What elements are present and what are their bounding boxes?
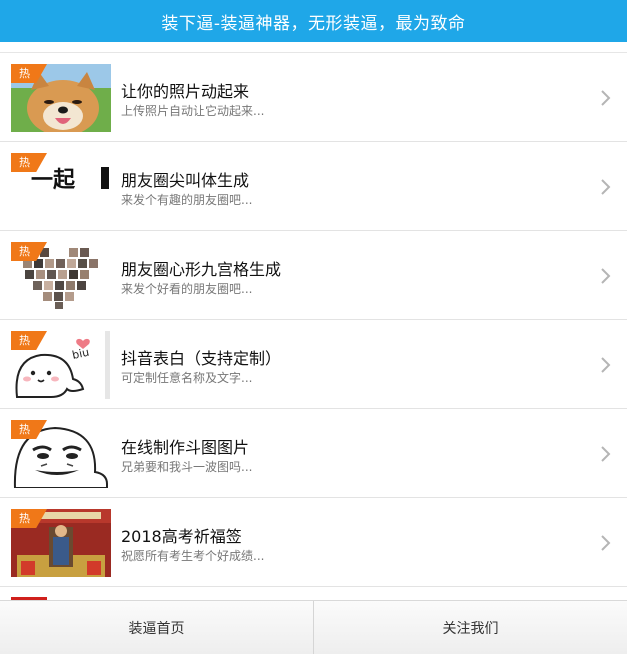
follow-us-tab-button[interactable]: 关注我们 [313,601,627,654]
list-item-partial [0,587,627,600]
item-title: 抖音表白（支持定制） [121,349,282,368]
item-description: 可定制任意名称及文字... [121,371,253,385]
list-item[interactable]: 热 2018高考祈福签 祝愿所有考生考个好成绩... [0,498,627,587]
chevron-right-icon [601,357,611,373]
header-bar: 装下逼-装逼神器，无形装逼，最为致命 [0,0,627,42]
list-item[interactable]: 热 让你的照片动起来 上传照片自动让它动起来... [0,53,627,142]
list-item[interactable]: 热 在线制作斗图图片 兄弟要和我斗一波图吗... [0,409,627,498]
app-page: 装下逼-装逼神器，无形装逼，最为致命 热 让你的照片动起来 上传照片自动让它动起… [0,0,627,654]
home-tab-label: 装逼首页 [128,620,185,637]
list-item[interactable]: 热 朋友圈心形九宫格生成 来发个好看的朋友圈吧... [0,231,627,320]
list-item[interactable]: 一起 热 朋友圈尖叫体生成 来发个有趣的朋友圈吧... [0,142,627,231]
item-title: 在线制作斗图图片 [121,438,250,457]
home-tab-button[interactable]: 装逼首页 [0,601,313,654]
feature-list: 热 让你的照片动起来 上传照片自动让它动起来... 一起 热 朋友圈尖叫体生成 … [0,52,627,587]
item-description: 上传照片自动让它动起来... [121,104,265,118]
chevron-right-icon [601,535,611,551]
item-title: 让你的照片动起来 [121,82,250,101]
chevron-right-icon [601,268,611,284]
item-description: 来发个好看的朋友圈吧... [121,282,253,296]
thumbnail-text: 一起 [31,168,76,193]
item-title: 朋友圈尖叫体生成 [121,171,250,190]
item-title: 2018高考祈福签 [121,527,242,546]
follow-us-tab-label: 关注我们 [442,620,499,637]
chevron-right-icon [601,90,611,106]
item-description: 祝愿所有考生考个好成绩... [121,549,265,563]
item-description: 兄弟要和我斗一波图吗... [121,460,253,474]
item-title: 朋友圈心形九宫格生成 [121,260,282,279]
bottom-nav: 装逼首页 关注我们 [0,600,627,654]
list-item[interactable]: biu 热 抖音表白（支持定制） 可定制任意名称及文字... [0,320,627,409]
item-description: 来发个有趣的朋友圈吧... [121,193,253,207]
chevron-right-icon [601,179,611,195]
page-title: 装下逼-装逼神器，无形装逼，最为致命 [161,13,466,34]
chevron-right-icon [601,446,611,462]
